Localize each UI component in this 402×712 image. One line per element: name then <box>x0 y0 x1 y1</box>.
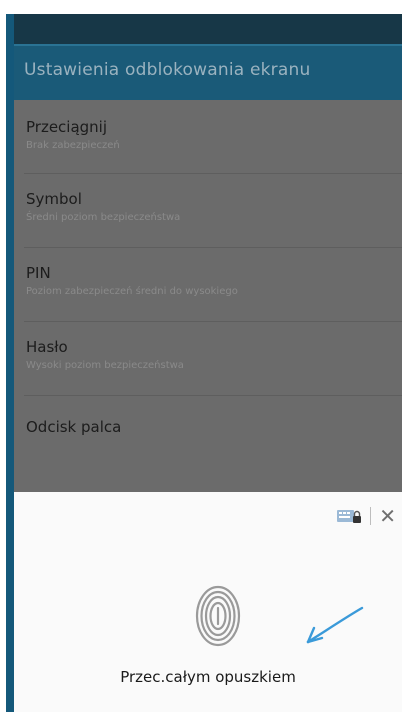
sheet-toolbar: ✕ <box>336 504 396 528</box>
device-edge <box>6 14 14 712</box>
fingerprint-instruction: Przec.całym opuszkiem <box>120 668 296 686</box>
device-screen: Ustawienia odblokowania ekranu Przeciągn… <box>6 14 402 712</box>
option-password[interactable]: Hasło Wysoki poziom bezpieczeństwa <box>14 322 402 395</box>
screenshot-frame: Ustawienia odblokowania ekranu Przeciągn… <box>0 0 402 712</box>
settings-screen: Ustawienia odblokowania ekranu Przeciągn… <box>14 44 402 712</box>
option-title: PIN <box>26 264 51 282</box>
keyboard-lock-icon[interactable] <box>336 507 362 525</box>
toolbar-separator <box>370 507 372 525</box>
page-title: Ustawienia odblokowania ekranu <box>24 60 311 80</box>
option-title: Przeciągnij <box>26 118 108 136</box>
option-title: Odcisk palca <box>26 418 122 436</box>
app-bar: Ustawienia odblokowania ekranu <box>14 44 402 102</box>
option-subtitle: Poziom zabezpieczeń średni do wysokiego <box>26 286 238 297</box>
option-pattern[interactable]: Symbol Średni poziom bezpieczeństwa <box>14 174 402 247</box>
option-title: Symbol <box>26 190 82 208</box>
close-icon[interactable]: ✕ <box>379 506 396 526</box>
option-swipe[interactable]: Przeciągnij Brak zabezpieczeń <box>14 100 402 173</box>
option-pin[interactable]: PIN Poziom zabezpieczeń średni do wysoki… <box>14 248 402 321</box>
option-subtitle: Wysoki poziom bezpieczeństwa <box>26 360 184 371</box>
option-title: Hasło <box>26 338 68 356</box>
arrow-annotation-icon <box>306 606 364 644</box>
fingerprint-icon <box>195 585 241 647</box>
option-fingerprint[interactable]: Odcisk palca <box>14 396 402 469</box>
unlock-options-list: Przeciągnij Brak zabezpieczeń Symbol Śre… <box>14 100 402 490</box>
option-subtitle: Brak zabezpieczeń <box>26 140 120 151</box>
option-subtitle: Średni poziom bezpieczeństwa <box>26 212 181 223</box>
status-bar <box>6 14 402 44</box>
fingerprint-sheet: ✕ Przec.całym opuszkiem <box>14 492 402 712</box>
